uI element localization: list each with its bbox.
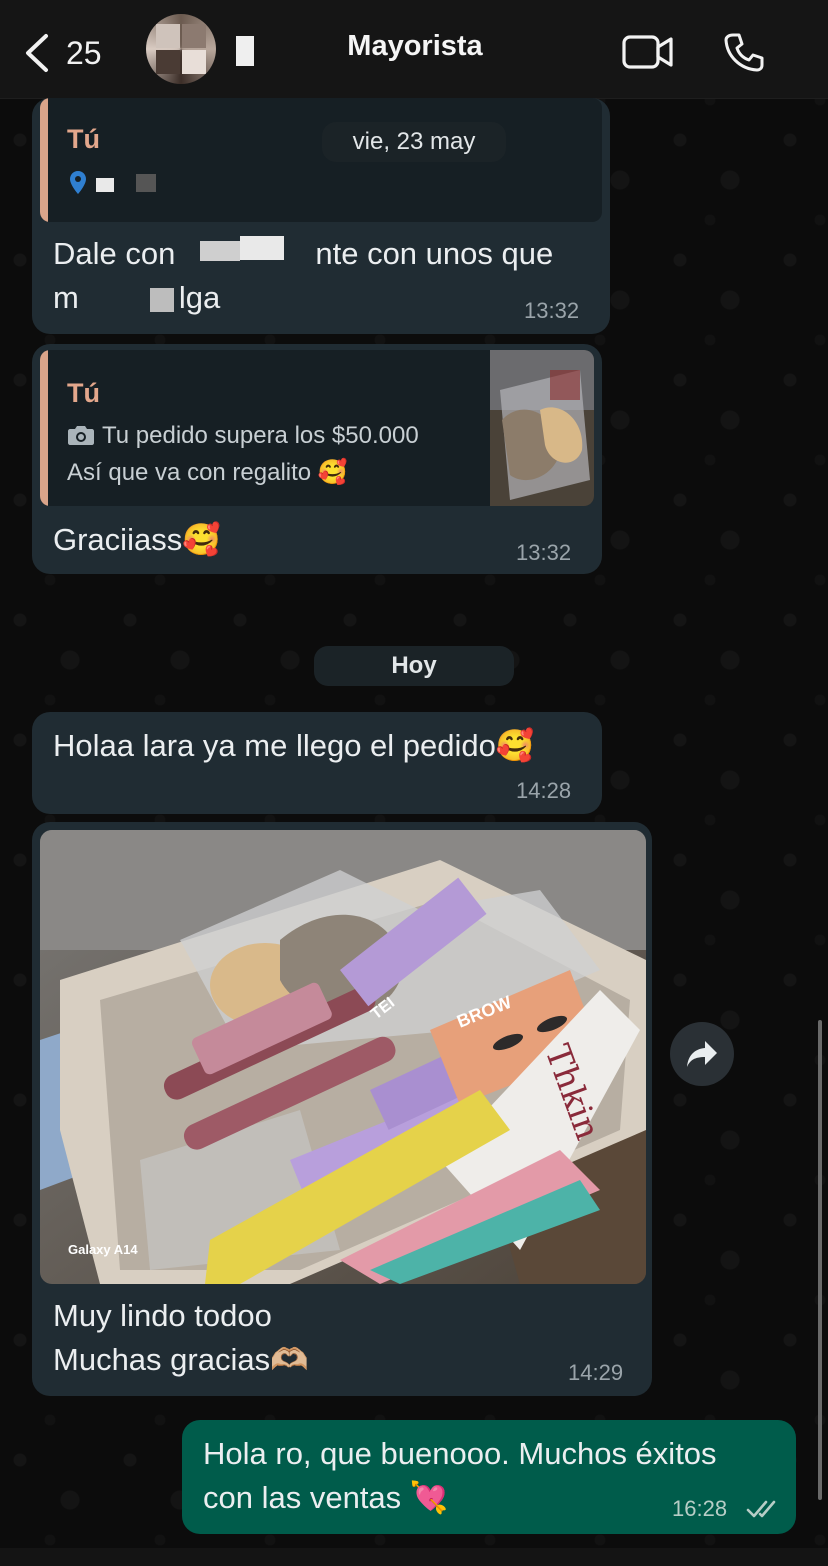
chat-screen: 25 Mayorista Tú vie, 23 may Dale con nte… — [0, 0, 828, 1566]
bottom-edge — [0, 1548, 828, 1566]
chat-header: 25 Mayorista — [0, 0, 828, 99]
quote-accent-bar — [40, 350, 48, 506]
quoted-message[interactable]: Tú Tu pedido supera los $50.000 Así que … — [40, 350, 594, 506]
video-camera-icon — [622, 35, 673, 69]
video-call-button[interactable] — [620, 28, 676, 76]
camera-icon — [68, 426, 94, 445]
message-time: 16:28 — [672, 1496, 728, 1521]
message-text-start: Dale con — [53, 236, 176, 271]
message-photo[interactable]: BROW Thkin TEI Galaxy A14 — [40, 830, 646, 1284]
forward-arrow-icon — [687, 1041, 717, 1067]
message-bubble-3[interactable]: Holaa lara ya me llego el pedido🥰 14:28 — [32, 712, 602, 814]
quote-text: Tu pedido supera los $50.000 — [102, 422, 419, 449]
double-check-icon — [746, 1500, 776, 1518]
voice-call-button[interactable] — [716, 28, 772, 76]
message-time: 14:28 — [516, 778, 572, 803]
location-pin-icon — [70, 171, 86, 194]
photo-image: BROW Thkin TEI Galaxy A14 — [40, 830, 646, 1284]
forward-button[interactable] — [670, 1022, 734, 1086]
redacted-block — [236, 36, 254, 66]
message-text: Dale con nte con unos que — [53, 232, 603, 276]
back-button[interactable]: 25 — [22, 30, 122, 76]
message-text: con las ventas 💘 — [203, 1480, 449, 1515]
message-bubble-2[interactable]: Tú Tu pedido supera los $50.000 Así que … — [32, 344, 602, 574]
message-text: Hola ro, que buenooo. Muchos éxitos — [203, 1436, 717, 1471]
avatar[interactable] — [146, 14, 216, 84]
redacted-block — [200, 241, 240, 261]
message-time: 14:29 — [568, 1360, 624, 1385]
quote-author: Tú — [67, 378, 100, 408]
message-time: 13:32 — [516, 540, 572, 565]
message-bubble-4[interactable]: BROW Thkin TEI Galaxy A14 Muy lindo todo… — [32, 822, 652, 1396]
scrollbar[interactable] — [818, 1020, 822, 1500]
quote-author: Tú — [67, 124, 100, 154]
message-text: Graciiass🥰 — [53, 522, 221, 557]
message-text: Muchas gracias🫶🏼 — [53, 1342, 309, 1377]
message-text: Holaa lara ya me llego el pedido🥰 — [53, 728, 535, 763]
phone-icon — [724, 33, 764, 72]
redacted-block — [150, 288, 174, 312]
quote-thumbnail — [490, 350, 594, 506]
quote-text: Así que va con regalito 🥰 — [67, 459, 348, 486]
unread-count: 25 — [66, 34, 102, 71]
redacted-block — [136, 174, 156, 192]
redacted-block — [240, 236, 284, 260]
redacted-block — [96, 178, 114, 192]
message-text: m lga — [53, 276, 220, 320]
quoted-message[interactable]: Tú — [40, 98, 602, 222]
message-text-start: m — [53, 280, 79, 315]
quote-accent-bar — [40, 98, 48, 222]
chevron-left-icon — [26, 34, 48, 72]
message-text-end: nte con unos que — [315, 236, 554, 271]
date-separator-today: Hoy — [314, 646, 514, 686]
message-text: Muy lindo todoo — [53, 1298, 272, 1333]
message-time: 13:32 — [524, 298, 580, 323]
date-separator: vie, 23 may — [322, 122, 506, 162]
message-bubble-1[interactable]: Tú vie, 23 may Dale con nte con unos que … — [32, 98, 610, 334]
chat-title[interactable]: Mayorista — [290, 30, 540, 63]
message-bubble-5[interactable]: Hola ro, que buenooo. Muchos éxitos con … — [182, 1420, 796, 1534]
message-text-end: lga — [178, 280, 221, 315]
photo-watermark: Galaxy A14 — [68, 1242, 138, 1257]
